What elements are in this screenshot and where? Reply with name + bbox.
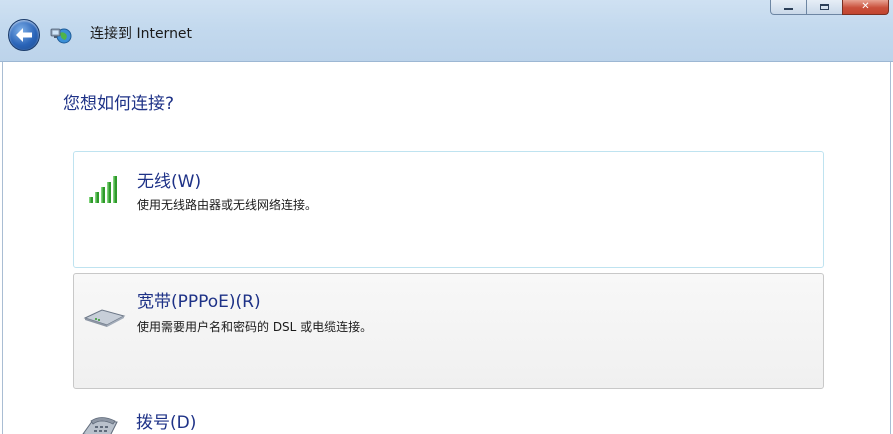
option-broadband-title: 宽带(PPPoE)(R) (137, 292, 261, 312)
back-button[interactable] (8, 19, 40, 51)
maximize-button[interactable] (806, 0, 843, 15)
dialup-phone-icon (82, 417, 118, 434)
option-dialup[interactable]: 拨号(D) (73, 394, 824, 434)
option-wireless-title: 无线(W) (137, 172, 202, 192)
network-globe-icon (50, 28, 72, 44)
content-area: 您想如何连接? 无线(W) 使用无线路由器或无线网络连接。 宽带(PPPoE)(… (2, 62, 891, 434)
broadband-modem-icon (83, 309, 126, 327)
option-wireless[interactable]: 无线(W) 使用无线路由器或无线网络连接。 (73, 151, 824, 268)
option-wireless-description: 使用无线路由器或无线网络连接。 (137, 198, 318, 212)
option-broadband[interactable]: 宽带(PPPoE)(R) 使用需要用户名和密码的 DSL 或电缆连接。 (73, 273, 824, 389)
option-broadband-description: 使用需要用户名和密码的 DSL 或电缆连接。 (137, 320, 373, 334)
wireless-signal-icon (89, 176, 117, 203)
minimize-button[interactable] (770, 0, 807, 15)
close-button[interactable]: ✕ (842, 0, 889, 15)
page-heading: 您想如何连接? (63, 94, 175, 114)
close-icon: ✕ (861, 1, 870, 12)
window-title: 连接到 Internet (90, 26, 193, 42)
maximize-icon (820, 4, 829, 10)
back-arrow-icon (16, 28, 32, 42)
title-bar: ✕ 连接到 Internet (0, 0, 893, 62)
caption-buttons: ✕ (770, 0, 889, 15)
connect-to-internet-window: ✕ 连接到 Internet 您想如何连接? 无线(W) 使用无线路由器或无线网… (0, 0, 893, 434)
minimize-icon (784, 8, 793, 10)
option-dialup-title: 拨号(D) (136, 413, 197, 433)
